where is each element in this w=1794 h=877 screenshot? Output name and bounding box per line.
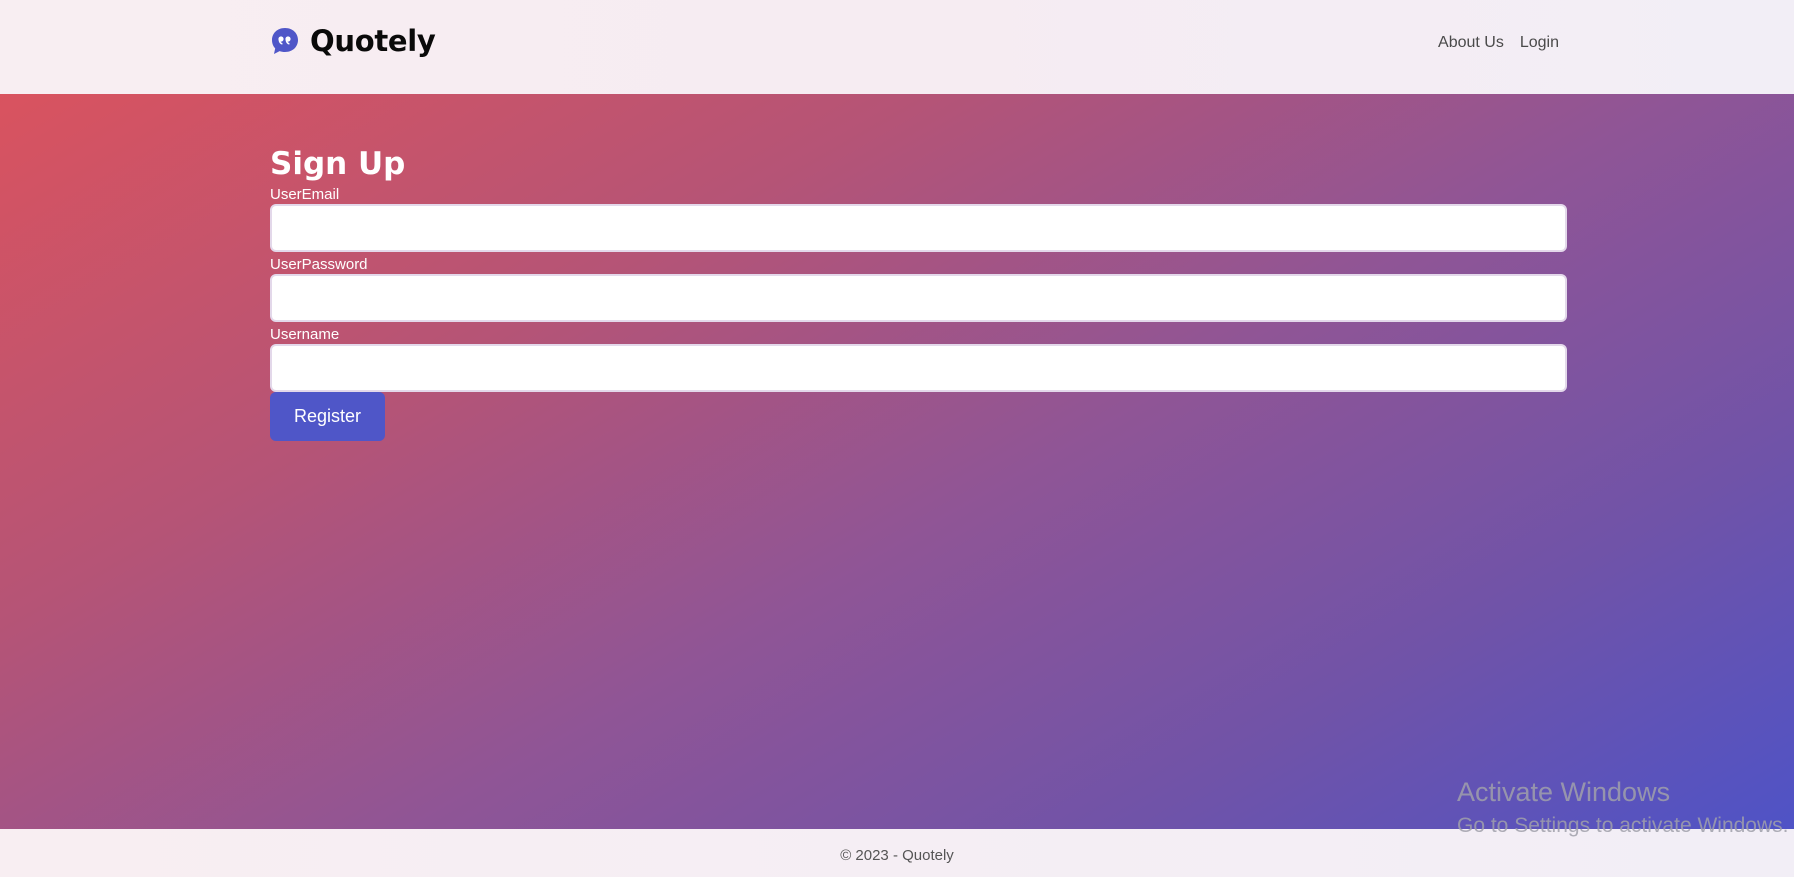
copyright-text: © 2023 - Quotely — [840, 847, 954, 864]
user-email-label: UserEmail — [270, 186, 340, 203]
register-button[interactable]: Register — [270, 392, 385, 441]
username-input[interactable] — [270, 344, 1567, 392]
top-navbar: Quotely About Us Login — [0, 0, 1794, 94]
signup-form: Sign Up UserEmail UserPassword Username … — [270, 144, 1567, 441]
brand-logo-link[interactable]: Quotely — [270, 24, 436, 58]
user-password-input[interactable] — [270, 274, 1567, 322]
brand-name: Quotely — [310, 24, 436, 58]
user-email-input[interactable] — [270, 204, 1567, 252]
page-title: Sign Up — [270, 146, 406, 182]
quote-bubble-icon — [272, 28, 298, 54]
signup-section: Sign Up UserEmail UserPassword Username … — [0, 94, 1794, 829]
user-password-label: UserPassword — [270, 256, 368, 273]
nav-login-link[interactable]: Login — [1520, 34, 1559, 52]
nav-about-us-link[interactable]: About Us — [1438, 34, 1504, 52]
username-label: Username — [270, 326, 340, 343]
page-footer: © 2023 - Quotely — [0, 829, 1794, 877]
nav-links: About Us Login — [1438, 34, 1559, 52]
